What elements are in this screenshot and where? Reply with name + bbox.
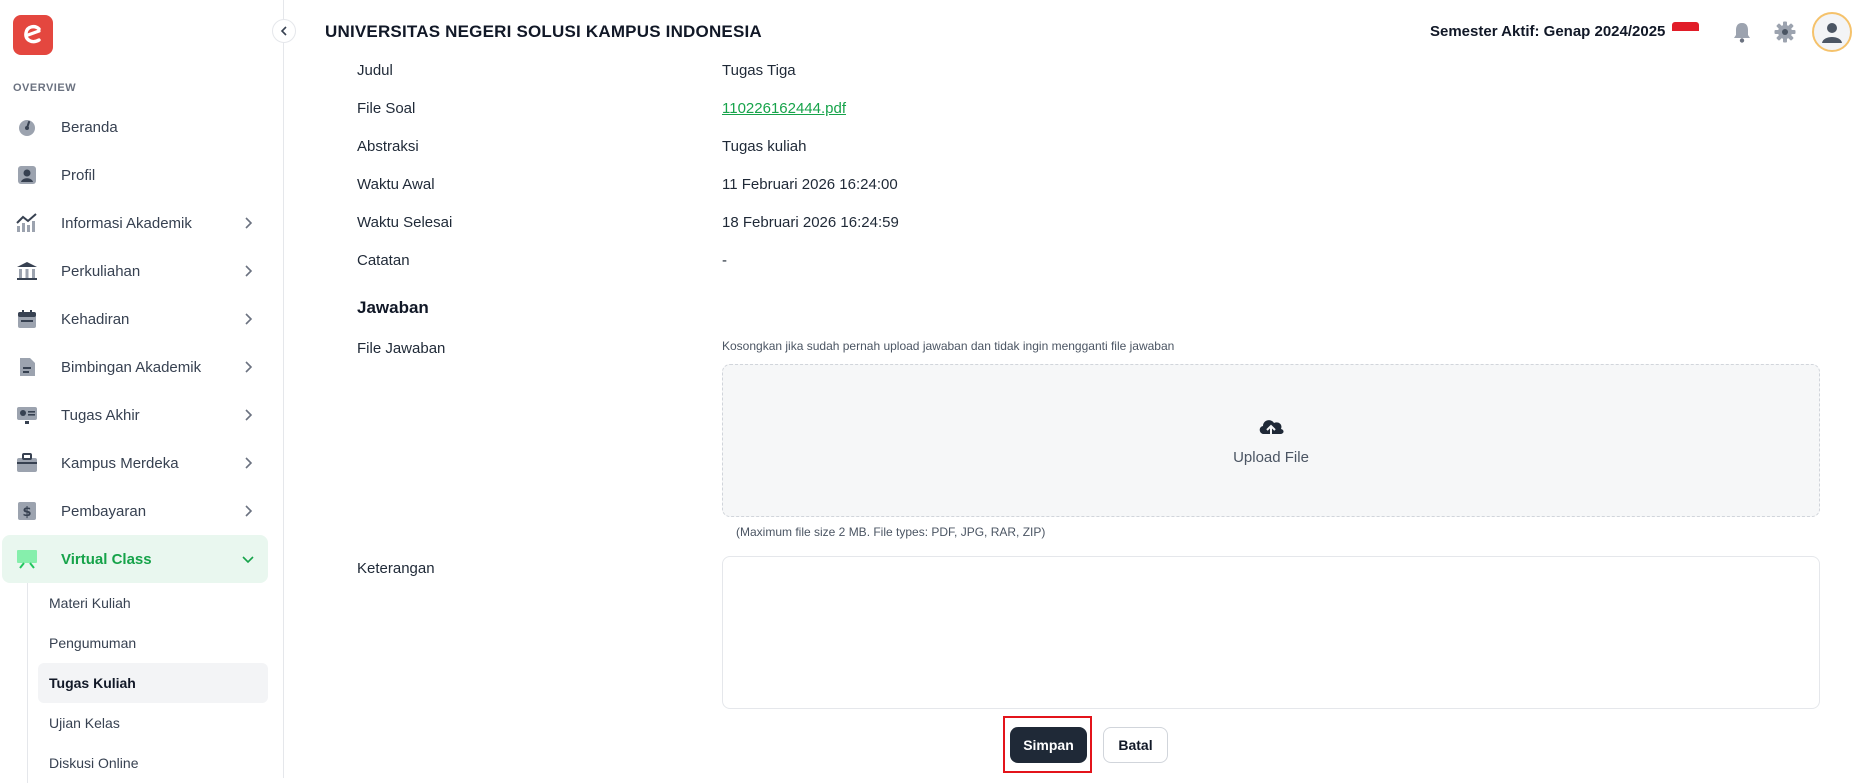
upload-constraints: (Maximum file size 2 MB. File types: PDF… bbox=[736, 525, 1046, 539]
logo-e-icon bbox=[24, 24, 41, 44]
detail-value: Tugas kuliah bbox=[722, 138, 807, 155]
upload-file-label: Upload File bbox=[1233, 449, 1309, 466]
user-icon bbox=[16, 164, 38, 186]
detail-label: Abstraksi bbox=[357, 138, 419, 155]
file-upload-dropzone[interactable]: Upload File bbox=[722, 364, 1820, 517]
submenu-item-pengumuman[interactable]: Pengumuman bbox=[38, 623, 268, 663]
sidebar-item-kehadiran[interactable]: Kehadiran bbox=[2, 295, 268, 343]
submenu-item-ujian-kelas[interactable]: Ujian Kelas bbox=[38, 703, 268, 743]
detail-label: Waktu Awal bbox=[357, 176, 435, 193]
sidebar-item-pembayaran[interactable]: $ Pembayaran bbox=[2, 487, 268, 535]
sidebar-menu: Beranda Profil Informasi Akademik Perkul… bbox=[0, 103, 284, 783]
briefcase-icon bbox=[16, 452, 38, 474]
sidebar-collapse-button[interactable] bbox=[272, 19, 296, 43]
chevron-right-icon bbox=[245, 505, 253, 517]
id-card-icon bbox=[16, 404, 38, 426]
sidebar-item-informasi-akademik[interactable]: Informasi Akademik bbox=[2, 199, 268, 247]
sidebar-item-label: Beranda bbox=[61, 118, 118, 136]
active-semester: Semester Aktif: Genap 2024/2025 bbox=[1430, 23, 1666, 40]
university-title: UNIVERSITAS NEGERI SOLUSI KAMPUS INDONES… bbox=[325, 22, 762, 41]
sidebar-item-label: Pembayaran bbox=[61, 502, 147, 520]
detail-value: Tugas Tiga bbox=[722, 62, 796, 79]
user-avatar[interactable] bbox=[1812, 12, 1852, 52]
chevron-right-icon bbox=[245, 457, 253, 469]
detail-value: 11 Februari 2026 16:24:00 bbox=[722, 176, 898, 193]
file-soal-link[interactable]: 110226162444.pdf bbox=[722, 100, 846, 117]
sidebar-item-label: Informasi Akademik bbox=[61, 214, 192, 232]
notification-bell-icon[interactable] bbox=[1730, 20, 1754, 44]
chevron-right-icon bbox=[245, 217, 253, 229]
detail-label: Waktu Selesai bbox=[357, 214, 453, 231]
sidebar-item-virtual-class[interactable]: Virtual Class bbox=[2, 535, 268, 583]
chevron-left-icon bbox=[280, 26, 287, 36]
jawaban-section-title: Jawaban bbox=[357, 298, 429, 317]
sidebar-item-perkuliahan[interactable]: Perkuliahan bbox=[2, 247, 268, 295]
document-icon bbox=[16, 356, 38, 378]
sidebar-item-tugas-akhir[interactable]: Tugas Akhir bbox=[2, 391, 268, 439]
detail-label: Catatan bbox=[357, 252, 410, 269]
chevron-right-icon bbox=[245, 313, 253, 325]
form-label: Keterangan bbox=[357, 560, 435, 577]
cancel-button[interactable]: Batal bbox=[1103, 727, 1168, 763]
user-silhouette-icon bbox=[1822, 23, 1842, 43]
presentation-board-icon bbox=[16, 548, 38, 570]
cloud-upload-icon bbox=[1259, 420, 1284, 437]
detail-label: File Soal bbox=[357, 100, 416, 117]
building-columns-icon bbox=[16, 260, 38, 282]
upload-hint: Kosongkan jika sudah pernah upload jawab… bbox=[722, 339, 1175, 353]
app-logo[interactable] bbox=[13, 15, 53, 55]
sidebar-section-overview: OVERVIEW bbox=[13, 82, 77, 94]
settings-gear-icon[interactable] bbox=[1773, 20, 1797, 44]
dollar-icon: $ bbox=[16, 500, 38, 522]
sidebar-item-label: Virtual Class bbox=[61, 550, 152, 568]
top-header: UNIVERSITAS NEGERI SOLUSI KAMPUS INDONES… bbox=[284, 0, 1861, 64]
sidebar-item-label: Bimbingan Akademik bbox=[61, 358, 202, 376]
detail-label: Judul bbox=[357, 62, 393, 79]
detail-value: - bbox=[722, 252, 727, 269]
svg-text:$: $ bbox=[22, 505, 31, 520]
chevron-right-icon bbox=[245, 409, 253, 421]
sidebar-item-label: Kampus Merdeka bbox=[61, 454, 179, 472]
sidebar-item-beranda[interactable]: Beranda bbox=[2, 103, 268, 151]
sidebar-item-label: Tugas Akhir bbox=[61, 406, 140, 424]
chart-trend-icon bbox=[16, 212, 38, 234]
sidebar: OVERVIEW Beranda Profil Informasi Akadem… bbox=[0, 0, 284, 783]
form-label: File Jawaban bbox=[357, 340, 446, 357]
sidebar-item-label: Kehadiran bbox=[61, 310, 130, 328]
submenu-item-materi-kuliah[interactable]: Materi Kuliah bbox=[38, 583, 268, 623]
sidebar-item-kampus-merdeka[interactable]: Kampus Merdeka bbox=[2, 439, 268, 487]
save-button-highlight bbox=[1003, 716, 1092, 773]
calendar-icon bbox=[16, 308, 38, 330]
chevron-right-icon bbox=[245, 265, 253, 277]
sidebar-item-label: Profil bbox=[61, 166, 96, 184]
language-flag-icon[interactable] bbox=[1672, 22, 1699, 40]
detail-value: 18 Februari 2026 16:24:59 bbox=[722, 214, 899, 231]
chevron-right-icon bbox=[245, 361, 253, 373]
chevron-down-icon bbox=[242, 556, 254, 564]
sidebar-item-profil[interactable]: Profil bbox=[2, 151, 268, 199]
submenu-item-diskusi-online[interactable]: Diskusi Online bbox=[38, 743, 268, 783]
keterangan-textarea[interactable] bbox=[722, 556, 1820, 709]
sidebar-item-label: Perkuliahan bbox=[61, 262, 141, 280]
virtual-class-submenu: Materi Kuliah Pengumuman Tugas Kuliah Uj… bbox=[27, 583, 284, 783]
submenu-item-tugas-kuliah[interactable]: Tugas Kuliah bbox=[38, 663, 268, 703]
sidebar-item-bimbingan-akademik[interactable]: Bimbingan Akademik bbox=[2, 343, 268, 391]
dashboard-gauge-icon bbox=[16, 116, 38, 138]
